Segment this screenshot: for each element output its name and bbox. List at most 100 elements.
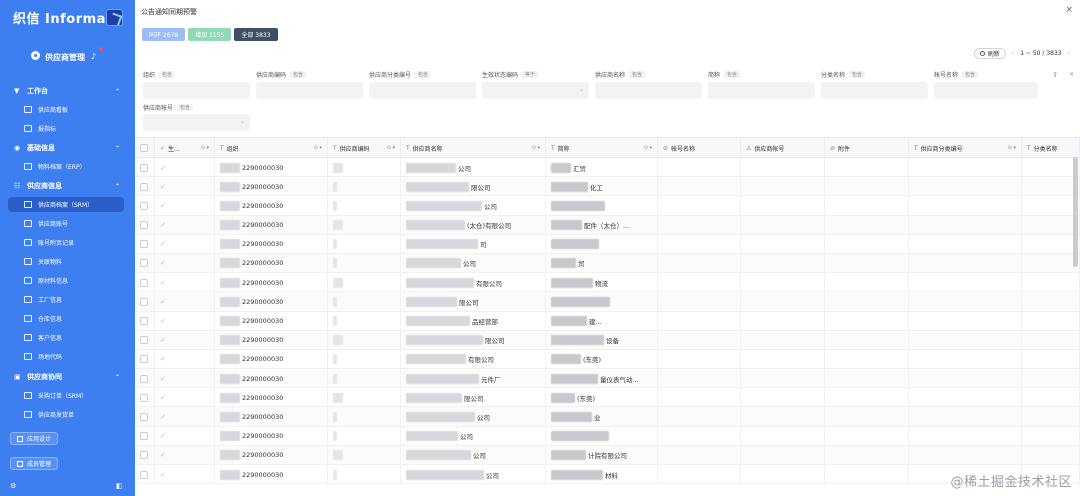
sidebar-item-report-index[interactable]: 报指标 <box>8 121 124 136</box>
sidebar-item-material-erp[interactable]: 物料档案（ERP） <box>8 159 124 174</box>
header-short-name[interactable]: T 简称 ⊙ ▾ <box>546 138 658 158</box>
column-menu-icon[interactable]: ⊙ ▾ <box>201 145 209 151</box>
next-page-button[interactable]: › <box>1068 50 1070 57</box>
filter-input-supplier-name[interactable] <box>595 82 702 99</box>
row-select-cell[interactable] <box>135 273 155 293</box>
tab-added[interactable]: 增加 1155 <box>188 28 232 41</box>
column-menu-icon[interactable]: ⊙ ▾ <box>644 145 652 151</box>
sidebar-item-supplier-srm[interactable]: 供应商档案（SRM） <box>8 197 124 212</box>
table-row[interactable]: ✓ 2290000030 公司 材料 <box>135 465 1080 485</box>
vertical-scrollbar[interactable] <box>1073 157 1078 267</box>
row-select-cell[interactable] <box>135 330 155 350</box>
row-checkbox[interactable] <box>140 393 148 402</box>
row-checkbox[interactable] <box>140 374 148 383</box>
table-row[interactable]: ✓ 2290000030 公司 <box>135 196 1080 216</box>
sidebar-item-purchase-order[interactable]: 采购订单（SRM） <box>8 388 124 403</box>
table-row[interactable]: ✓ 2290000030 品经营部 建... <box>135 311 1080 331</box>
row-select-cell[interactable] <box>135 388 155 408</box>
row-select-cell[interactable] <box>135 369 155 389</box>
table-row[interactable]: ✓ 2290000030 公司 <box>135 426 1080 446</box>
header-supplier-account[interactable]: ♙ 供应商帐号 <box>741 138 825 158</box>
row-select-cell[interactable] <box>135 292 155 312</box>
row-select-cell[interactable] <box>135 234 155 254</box>
sidebar-item-supplier-board[interactable]: 供应商看板 <box>8 102 124 117</box>
row-select-cell[interactable] <box>135 465 155 484</box>
app-title[interactable]: 供应商管理 <box>33 52 85 63</box>
sidebar-item-warehouse[interactable]: 仓库信息 <box>8 311 124 326</box>
nav-group-workbench[interactable]: ▼ 工作台 ⌃ <box>14 86 120 96</box>
table-row[interactable]: ✓ 2290000030 公司 业 <box>135 407 1080 427</box>
row-select-cell[interactable] <box>135 196 155 216</box>
header-attachment[interactable]: ⊘ 附件 <box>825 138 909 158</box>
table-row[interactable]: ✓ 2290000030 司 <box>135 234 1080 254</box>
refresh-button[interactable]: 刷新 <box>973 48 1006 59</box>
row-select-cell[interactable] <box>135 349 155 369</box>
table-row[interactable]: ✓ 2290000030 公司 贸 <box>135 253 1080 274</box>
app-design-button[interactable]: 应用设计 <box>10 432 59 445</box>
tab-same-ring[interactable]: 同环 2678 <box>142 28 186 41</box>
filter-collapse-icon[interactable]: ⇧ <box>1052 71 1058 79</box>
column-menu-icon[interactable]: ⊙ ▾ <box>314 145 322 151</box>
header-status[interactable]: ✓ 生... ⊙ ▾ <box>155 138 215 158</box>
sidebar-item-site-code[interactable]: 场地代码 <box>8 349 124 364</box>
row-select-cell[interactable] <box>135 407 155 427</box>
member-manage-button[interactable]: 成员管理 <box>10 457 59 470</box>
header-select-all[interactable] <box>135 138 155 158</box>
filter-clear-icon[interactable]: ✕ <box>1069 71 1074 78</box>
table-row[interactable]: ✓ 2290000030 公司 计院有限公司 <box>135 445 1080 465</box>
sidebar-item-customer[interactable]: 客户信息 <box>8 330 124 345</box>
tab-all[interactable]: 全部 3833 <box>234 28 278 41</box>
row-checkbox[interactable] <box>140 278 148 287</box>
filter-select-status-code[interactable]: ⌄ <box>482 82 589 99</box>
table-row[interactable]: ✓ 2290000030 有限公司 物流 <box>135 273 1080 293</box>
filter-input-category-name[interactable] <box>821 82 928 99</box>
bell-icon[interactable]: ♪ <box>91 52 96 61</box>
column-menu-icon[interactable]: ⊙ ▾ <box>532 145 540 151</box>
row-checkbox[interactable] <box>140 451 148 460</box>
filter-select-supplier-account[interactable]: ⌄ <box>143 114 250 131</box>
header-supplier-code[interactable]: T 供应商编码 ⊙ ▾ <box>328 138 401 158</box>
row-checkbox[interactable] <box>140 470 148 479</box>
filter-input-supplier-category[interactable] <box>369 82 476 99</box>
nav-group-supplier-collab[interactable]: ▣ 供应商协同 ⌃ <box>14 372 120 382</box>
row-checkbox[interactable] <box>140 297 148 306</box>
row-checkbox[interactable] <box>140 221 148 230</box>
sidebar-item-raw-material[interactable]: 原材料信息 <box>8 273 124 288</box>
column-menu-icon[interactable]: ⊙ ▾ <box>387 145 395 151</box>
row-checkbox[interactable] <box>140 259 148 268</box>
row-checkbox[interactable] <box>140 201 148 210</box>
filter-input-supplier-code[interactable] <box>256 82 363 99</box>
row-checkbox[interactable] <box>140 355 148 364</box>
row-checkbox[interactable] <box>140 432 148 441</box>
prev-page-button[interactable]: ‹ <box>1012 50 1014 57</box>
settings-icon[interactable]: ⚙ <box>10 482 16 490</box>
row-checkbox[interactable] <box>140 240 148 249</box>
collapse-sidebar-icon[interactable]: ◧ <box>116 482 123 490</box>
sidebar-item-delivery-note[interactable]: 供应商发货单 <box>8 407 124 422</box>
row-checkbox[interactable] <box>140 182 148 191</box>
nav-group-basic-info[interactable]: ◉ 基础信息 ⌃ <box>14 143 120 153</box>
row-select-cell[interactable] <box>135 445 155 465</box>
sidebar-item-related-material[interactable]: 关联物料 <box>8 254 124 269</box>
table-row[interactable]: ✓ 2290000030 元件厂 量仪表气动... <box>135 369 1080 389</box>
sidebar-item-account-records[interactable]: 账号附页记录 <box>8 235 124 250</box>
sidebar-item-supplier-account[interactable]: 供应商账号 <box>8 216 124 231</box>
close-icon[interactable]: × <box>1065 5 1073 15</box>
row-checkbox[interactable] <box>140 317 148 325</box>
filter-input-org[interactable] <box>143 82 250 99</box>
row-select-cell[interactable] <box>135 426 155 446</box>
header-supplier-category[interactable]: T 供应商分类编号 ⊙ ▾ <box>909 138 1022 158</box>
table-row[interactable]: ✓ 2290000030 公司 汇贸 <box>135 158 1080 178</box>
filter-input-account-name[interactable] <box>934 82 1038 99</box>
header-supplier-name[interactable]: T 供应商名称 ⊙ ▾ <box>401 138 546 158</box>
table-row[interactable]: ✓ 2290000030 限公司 (东莞) <box>135 388 1080 408</box>
row-select-cell[interactable] <box>135 177 155 197</box>
filter-input-short-name[interactable] <box>708 82 815 99</box>
row-select-cell[interactable] <box>135 311 155 331</box>
row-select-cell[interactable] <box>135 158 155 177</box>
column-menu-icon[interactable]: ⊙ ▾ <box>1008 145 1016 151</box>
row-checkbox[interactable] <box>140 412 148 421</box>
header-account-name[interactable]: ⊘ 帐号名称 <box>658 138 741 158</box>
nav-group-supplier-info[interactable]: ☷ 供应商信息 ⌃ <box>14 181 120 191</box>
table-row[interactable]: ✓ 2290000030 有限公司 (东莞) <box>135 349 1080 370</box>
